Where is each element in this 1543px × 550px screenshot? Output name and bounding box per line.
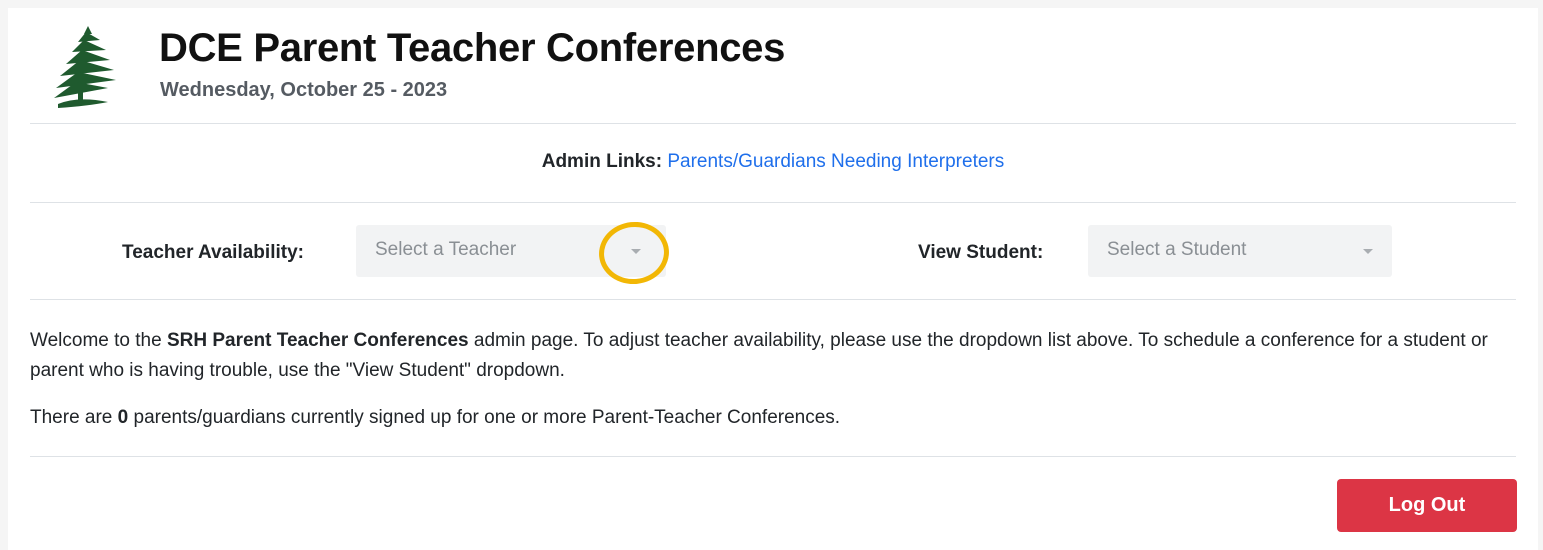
admin-links-label: Admin Links:: [541, 151, 663, 172]
signup-count: 0: [117, 407, 129, 428]
divider: [30, 202, 1516, 203]
welcome-text: Welcome to the SRH Parent Teacher Confer…: [30, 326, 1520, 386]
header: DCE Parent Teacher Conferences Wednesday…: [8, 8, 1538, 123]
signup-count-text: There are 0 parents/guardians currently …: [30, 403, 1520, 433]
welcome-text-part: Welcome to the: [30, 330, 167, 351]
logout-button[interactable]: Log Out: [1337, 479, 1517, 532]
signup-text-part: parents/guardians currently signed up fo…: [128, 407, 841, 428]
chevron-down-icon[interactable]: [631, 249, 641, 254]
page: DCE Parent Teacher Conferences Wednesday…: [8, 8, 1538, 550]
teacher-select[interactable]: Select a Teacher: [356, 225, 666, 277]
signup-text-part: There are: [30, 407, 118, 428]
page-subtitle-date: Wednesday, October 25 - 2023: [160, 79, 448, 101]
student-select-placeholder: Select a Student: [1107, 239, 1247, 260]
chevron-down-icon[interactable]: [1363, 249, 1373, 254]
pine-tree-icon: [54, 26, 116, 108]
page-title: DCE Parent Teacher Conferences: [159, 26, 786, 70]
interpreters-link[interactable]: Parents/Guardians Needing Interpreters: [667, 151, 1004, 172]
teacher-select-placeholder: Select a Teacher: [375, 239, 517, 260]
view-student-label: View Student:: [918, 242, 1044, 263]
divider: [30, 456, 1516, 457]
teacher-availability-label: Teacher Availability:: [122, 242, 304, 263]
divider: [30, 299, 1516, 300]
welcome-text-bold: SRH Parent Teacher Conferences: [166, 330, 469, 351]
admin-links-row: Admin Links: Parents/Guardians Needing I…: [8, 151, 1538, 173]
student-select[interactable]: Select a Student: [1088, 225, 1392, 277]
divider: [30, 123, 1516, 124]
